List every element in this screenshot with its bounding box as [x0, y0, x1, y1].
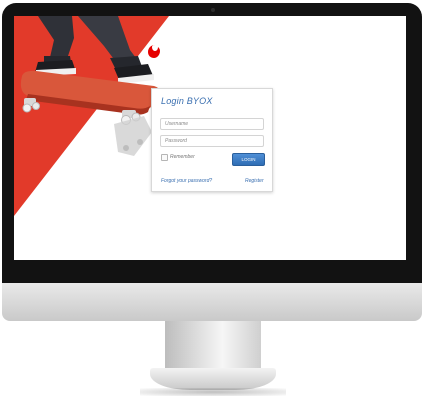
remember-checkbox[interactable]	[161, 154, 168, 161]
monitor-chin	[2, 283, 422, 321]
forgot-password-link[interactable]: Forgot your password?	[161, 178, 212, 184]
brand-logo	[146, 41, 164, 59]
red-diagonal-panel	[14, 16, 169, 216]
login-button[interactable]: LOGIN	[232, 153, 265, 166]
password-input[interactable]	[160, 135, 264, 147]
monitor-stand-base	[150, 368, 276, 390]
imac-mockup: Login BYOX Remember LOGIN Forgot your pa…	[0, 0, 424, 400]
login-title: Login BYOX	[161, 96, 213, 106]
login-card: Login BYOX Remember LOGIN Forgot your pa…	[151, 88, 273, 192]
monitor-screen: Login BYOX Remember LOGIN Forgot your pa…	[14, 16, 406, 260]
stand-shadow	[140, 388, 286, 396]
board-shadow	[114, 116, 152, 156]
register-link[interactable]: Register	[245, 178, 264, 184]
username-input[interactable]	[160, 118, 264, 130]
camera-dot	[211, 8, 215, 12]
remember-label: Remember	[170, 154, 195, 160]
